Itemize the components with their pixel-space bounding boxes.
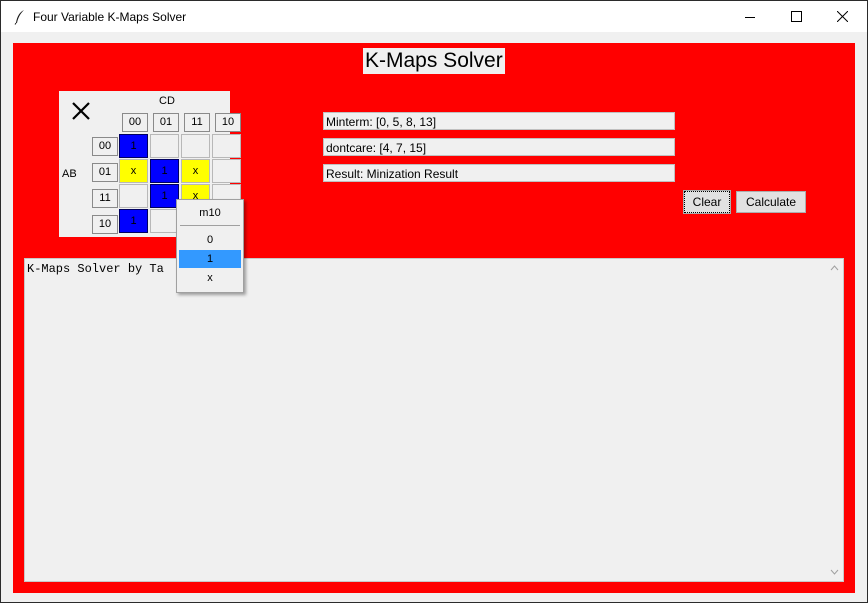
app-body: K-Maps Solver CD AB 00 01 11 10 00 01 11… (13, 43, 855, 593)
close-icon (836, 11, 848, 22)
kmap-cell-m13[interactable]: 1 (150, 184, 179, 208)
row-header-01: 01 (92, 163, 118, 182)
kmap-cell-m1[interactable] (150, 134, 179, 158)
row-header-11: 11 (92, 189, 118, 208)
column-header-10: 10 (215, 113, 241, 132)
output-textarea[interactable]: K-Maps Solver by Ta L (24, 258, 844, 582)
title-bar[interactable]: Four Variable K-Maps Solver (1, 1, 867, 32)
minterm-field[interactable]: Minterm: [0, 5, 8, 13] (323, 112, 675, 130)
calculate-button[interactable]: Calculate (736, 191, 806, 213)
window-title: Four Variable K-Maps Solver (33, 10, 187, 24)
row-header-10: 10 (92, 215, 118, 234)
ab-label: AB (62, 168, 77, 180)
scroll-up-icon[interactable] (827, 262, 842, 274)
kmap-cell-m3[interactable] (181, 134, 210, 158)
row-header-00: 00 (92, 137, 118, 156)
minimize-button[interactable] (727, 1, 773, 32)
kmap-cell-m12[interactable] (119, 184, 148, 208)
kmap-cell-m9[interactable] (150, 209, 179, 233)
popup-option-0[interactable]: 0 (179, 231, 241, 249)
kmap-cell-m0[interactable]: 1 (119, 134, 148, 158)
maximize-icon (790, 11, 802, 22)
clear-button[interactable]: Clear (683, 190, 731, 214)
kmap-cell-m4[interactable]: x (119, 159, 148, 183)
reset-x-icon[interactable] (71, 101, 91, 121)
popup-divider (180, 225, 240, 226)
popup-title: m10 (199, 207, 221, 219)
app-window: Four Variable K-Maps Solver K-Maps Solve… (0, 0, 868, 603)
kmap-cell-m8[interactable]: 1 (119, 209, 148, 233)
maximize-button[interactable] (773, 1, 819, 32)
kmap-cell-m6[interactable] (212, 159, 241, 183)
cd-label: CD (159, 95, 175, 107)
close-button[interactable] (819, 1, 865, 32)
dontcare-field[interactable]: dontcare: [4, 7, 15] (323, 138, 675, 156)
cell-value-popup-menu: m10 0 1 x (176, 199, 244, 293)
kmap-cell-m7[interactable]: x (181, 159, 210, 183)
column-header-01: 01 (153, 113, 179, 132)
kmap-cell-m5[interactable]: 1 (150, 159, 179, 183)
column-header-00: 00 (122, 113, 148, 132)
scroll-down-icon[interactable] (827, 566, 842, 578)
output-scrollbar[interactable] (827, 260, 842, 580)
column-header-11: 11 (184, 113, 210, 132)
popup-option-1[interactable]: 1 (179, 250, 241, 268)
minimize-icon (745, 16, 755, 18)
popup-option-x[interactable]: x (179, 269, 241, 287)
page-title: K-Maps Solver (363, 48, 505, 74)
result-field: Result: Minization Result (323, 164, 675, 182)
feather-icon (14, 10, 24, 25)
kmap-cell-m2[interactable] (212, 134, 241, 158)
